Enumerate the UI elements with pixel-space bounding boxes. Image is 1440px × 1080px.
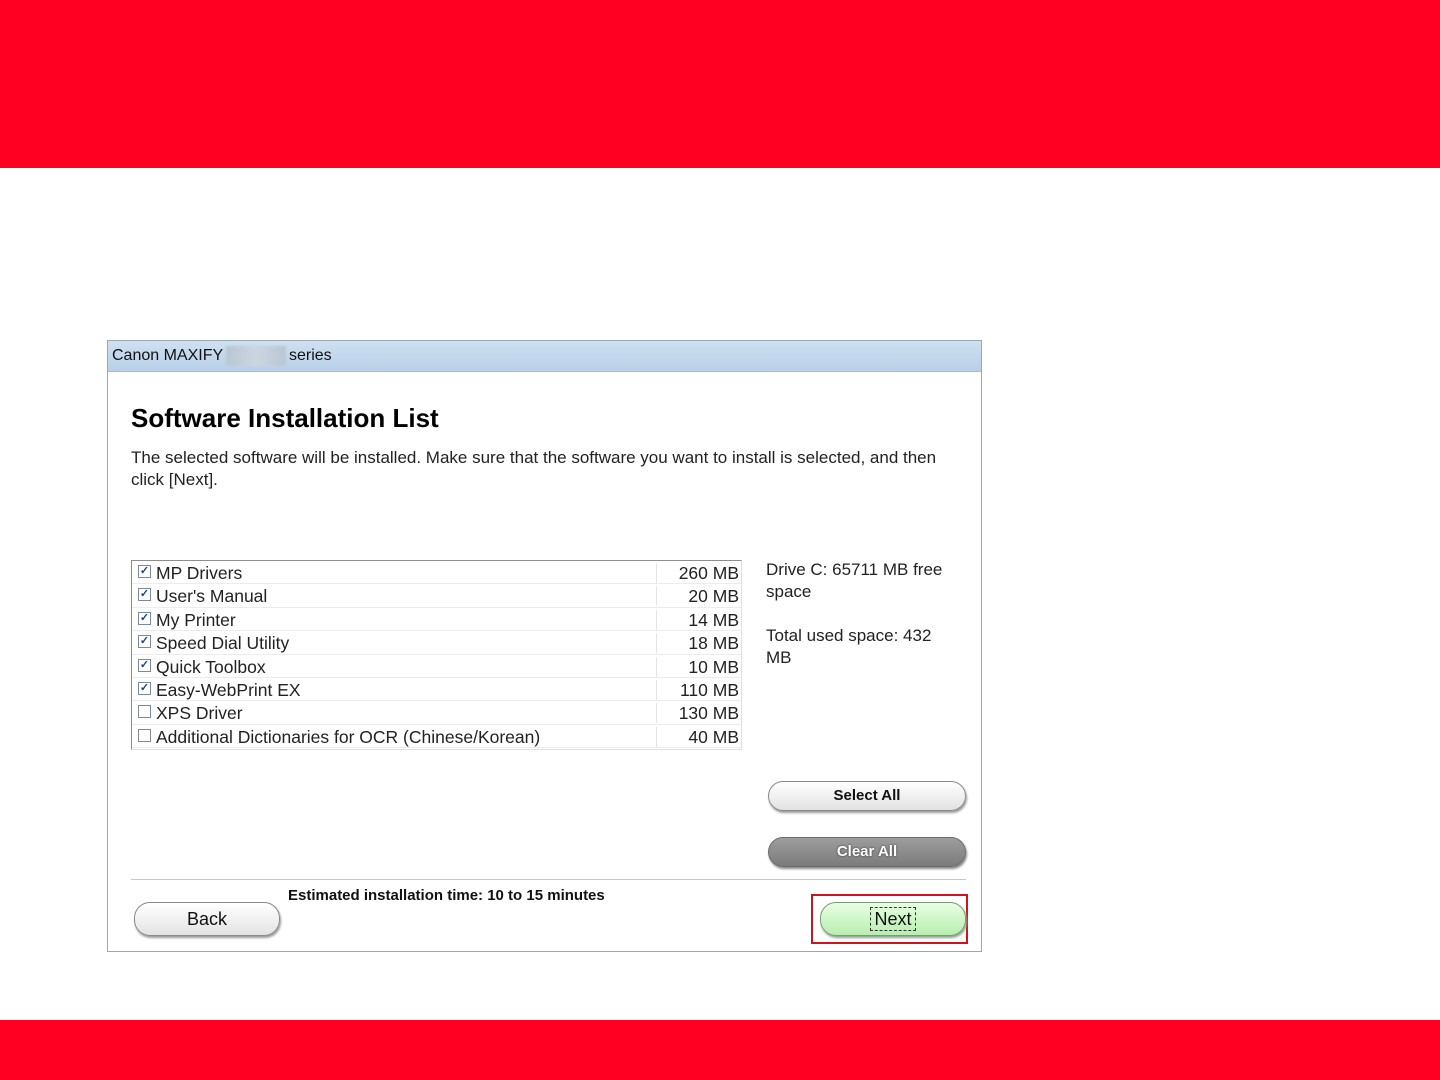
software-size: 20 MB bbox=[656, 586, 739, 607]
installer-window: Canon MAXIFY series Software Installatio… bbox=[107, 340, 982, 952]
list-item[interactable]: Additional Dictionaries for OCR (Chinese… bbox=[132, 725, 741, 749]
checkbox[interactable]: ✓ bbox=[138, 681, 151, 695]
footer-divider bbox=[131, 879, 966, 880]
software-size: 18 MB bbox=[656, 633, 739, 654]
software-name: MP Drivers bbox=[156, 563, 243, 583]
list-item[interactable]: ✓ Speed Dial Utility 18 MB bbox=[132, 631, 741, 655]
window-title-suffix: series bbox=[289, 347, 332, 364]
redacted-model-number bbox=[226, 346, 286, 366]
software-name: My Printer bbox=[156, 609, 236, 630]
page-description: The selected software will be installed.… bbox=[131, 448, 937, 489]
estimated-time-text: Estimated installation time: 10 to 15 mi… bbox=[288, 887, 605, 904]
back-button[interactable]: Back bbox=[134, 902, 280, 936]
checkbox[interactable] bbox=[138, 705, 151, 719]
software-size: 40 MB bbox=[656, 726, 739, 747]
free-space-text: Drive C: 65711 MB free space bbox=[766, 560, 943, 601]
software-name: User's Manual bbox=[156, 586, 268, 607]
software-name: Easy-WebPrint EX bbox=[156, 679, 301, 700]
checkbox[interactable]: ✓ bbox=[138, 611, 151, 625]
clear-all-button[interactable]: Clear All bbox=[768, 837, 966, 867]
list-item[interactable]: ✓ User's Manual 20 MB bbox=[132, 584, 741, 608]
window-title: Canon MAXIFY bbox=[112, 347, 224, 364]
list-item[interactable]: ✓ MP Drivers 260 MB bbox=[132, 561, 741, 585]
page-title: Software Installation List bbox=[131, 403, 439, 433]
next-button-label: Next bbox=[870, 907, 916, 931]
list-item[interactable]: ✓ My Printer 14 MB bbox=[132, 608, 741, 632]
list-item[interactable]: ✓ Easy-WebPrint EX 110 MB bbox=[132, 678, 741, 702]
software-size: 130 MB bbox=[656, 703, 739, 724]
software-name: XPS Driver bbox=[156, 703, 243, 724]
list-item[interactable]: XPS Driver 130 MB bbox=[132, 701, 741, 725]
software-list: ✓ MP Drivers 260 MB ✓ User's Manual 20 M… bbox=[131, 560, 742, 750]
list-item[interactable]: ✓ Quick Toolbox 10 MB bbox=[132, 655, 741, 678]
next-button[interactable]: Next bbox=[820, 902, 966, 936]
top-red-banner bbox=[0, 0, 1440, 168]
used-space-text: Total used space: 432 MB bbox=[766, 626, 932, 667]
software-name: Quick Toolbox bbox=[156, 656, 266, 677]
software-name: Speed Dial Utility bbox=[156, 633, 290, 654]
software-size: 110 MB bbox=[656, 679, 739, 700]
window-titlebar: Canon MAXIFY series bbox=[108, 341, 981, 372]
software-name: Additional Dictionaries for OCR (Chinese… bbox=[156, 726, 541, 747]
software-size: 10 MB bbox=[656, 656, 739, 677]
software-size: 260 MB bbox=[656, 563, 739, 583]
select-all-button[interactable]: Select All bbox=[768, 781, 966, 811]
checkbox[interactable] bbox=[138, 728, 151, 742]
software-size: 14 MB bbox=[656, 609, 739, 630]
bottom-red-banner bbox=[0, 1020, 1440, 1080]
checkbox[interactable]: ✓ bbox=[138, 588, 151, 602]
checkbox[interactable]: ✓ bbox=[138, 565, 151, 578]
checkbox[interactable]: ✓ bbox=[138, 658, 151, 672]
disk-space-info: Drive C: 65711 MB free space Total used … bbox=[766, 559, 961, 691]
checkbox[interactable]: ✓ bbox=[138, 635, 151, 649]
